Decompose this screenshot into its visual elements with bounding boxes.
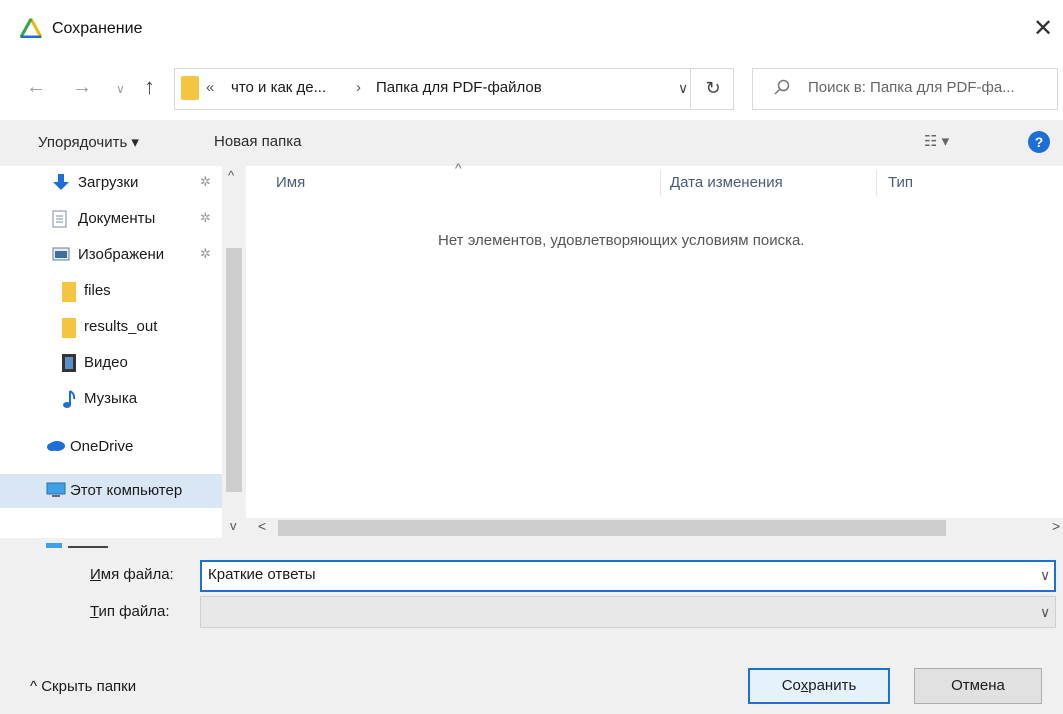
- sidebar-item-label: files: [84, 282, 111, 299]
- sidebar-item-label: Видео: [84, 354, 128, 371]
- recent-locations-chevron-icon[interactable]: ∨: [116, 82, 125, 96]
- window-title: Сохранение: [52, 20, 143, 37]
- cloud-icon: [46, 438, 65, 456]
- hide-folders-button[interactable]: ^ Скрыть папки: [30, 678, 136, 695]
- column-divider[interactable]: [660, 170, 661, 196]
- filename-dropdown-chevron-icon[interactable]: ∨: [1040, 567, 1050, 584]
- filename-label: Имя файла:: [90, 566, 174, 583]
- refresh-button[interactable]: ↻: [690, 68, 735, 108]
- column-header-name[interactable]: Имя: [276, 174, 305, 191]
- new-folder-button[interactable]: Новая папка: [214, 133, 301, 150]
- breadcrumb-segment[interactable]: что и как де...: [231, 79, 326, 96]
- sidebar-item-label: OneDrive: [70, 438, 134, 455]
- horizontal-scroll-thumb[interactable]: [278, 520, 946, 536]
- filename-value[interactable]: Краткие ответы: [208, 566, 316, 583]
- close-button[interactable]: ✕: [1028, 14, 1058, 44]
- scroll-right-chevron-icon[interactable]: >: [1052, 518, 1060, 534]
- folder-icon: [62, 318, 76, 338]
- filetype-select[interactable]: [200, 596, 1056, 628]
- pin-icon: ✲: [200, 174, 211, 189]
- filename-field[interactable]: [200, 560, 1056, 592]
- sidebar-item-downloads[interactable]: Загрузки ✲: [0, 166, 222, 200]
- scroll-left-chevron-icon[interactable]: <: [258, 518, 266, 534]
- sidebar-item-label: Загрузки: [78, 174, 139, 191]
- file-list[interactable]: [246, 166, 1063, 518]
- sidebar-item-label: Документы: [78, 210, 156, 227]
- address-prev-locations[interactable]: «: [206, 79, 214, 96]
- address-dropdown-chevron-icon[interactable]: ∨: [678, 80, 688, 97]
- breadcrumb-segment[interactable]: Папка для PDF-файлов: [376, 79, 542, 96]
- search-icon: [774, 79, 790, 100]
- sidebar-item-results-out[interactable]: results_out: [0, 310, 222, 344]
- column-divider[interactable]: [876, 170, 877, 196]
- organize-button[interactable]: Упорядочить ▾: [38, 133, 139, 151]
- title-bar: [0, 0, 1063, 62]
- pin-icon: ✲: [200, 210, 211, 225]
- music-icon: [62, 390, 80, 408]
- search-placeholder: Поиск в: Папка для PDF-фа...: [808, 79, 1015, 96]
- video-icon: [62, 354, 80, 372]
- sort-ascending-icon: ^: [455, 160, 462, 176]
- sidebar-item-label: results_out: [84, 318, 158, 335]
- computer-icon: [46, 482, 66, 500]
- sidebar-item-files[interactable]: files: [0, 274, 222, 308]
- sidebar-item-documents[interactable]: Документы ✲: [0, 202, 222, 236]
- sidebar-item-network-partial[interactable]: [46, 538, 126, 548]
- sidebar-item-music[interactable]: Музыка: [0, 382, 222, 416]
- toolbar: [0, 120, 1063, 166]
- cancel-button[interactable]: Отмена: [914, 668, 1042, 704]
- sidebar-item-video[interactable]: Видео: [0, 346, 222, 380]
- navigation-pane: Загрузки ✲ Документы ✲ Изображени ✲ file…: [0, 166, 222, 538]
- download-icon: [52, 174, 70, 192]
- forward-arrow-icon[interactable]: →: [72, 76, 92, 99]
- sidebar-item-label: Изображени: [78, 246, 165, 263]
- filetype-dropdown-chevron-icon[interactable]: ∨: [1040, 604, 1050, 621]
- nav-scroll-thumb[interactable]: [226, 248, 242, 492]
- column-header-type[interactable]: Тип: [888, 174, 913, 191]
- filetype-label: Тип файла:: [90, 603, 170, 620]
- sidebar-item-label: Этот компьютер: [70, 482, 183, 499]
- scroll-down-chevron-icon[interactable]: v: [230, 518, 237, 533]
- scroll-up-chevron-icon[interactable]: ^: [228, 168, 234, 183]
- sidebar-item-onedrive[interactable]: OneDrive: [0, 430, 222, 464]
- breadcrumb-separator-icon[interactable]: ›: [356, 79, 361, 96]
- sidebar-item-label: Музыка: [84, 390, 138, 407]
- up-arrow-icon[interactable]: ↑: [144, 74, 155, 100]
- pictures-icon: [52, 246, 70, 264]
- column-header-date[interactable]: Дата изменения: [670, 174, 783, 191]
- pin-icon: ✲: [200, 246, 211, 261]
- view-options-button[interactable]: ☷ ▾: [924, 132, 949, 150]
- empty-folder-message: Нет элементов, удовлетворяющих условиям …: [438, 232, 805, 249]
- documents-icon: [52, 210, 70, 228]
- save-button[interactable]: Сохранить: [748, 668, 890, 704]
- folder-icon: [181, 76, 199, 100]
- help-icon[interactable]: ?: [1028, 131, 1050, 153]
- back-arrow-icon[interactable]: ←: [26, 76, 46, 99]
- folder-icon: [62, 282, 76, 302]
- app-logo-icon: [18, 15, 44, 42]
- sidebar-item-this-pc[interactable]: Этот компьютер: [0, 474, 222, 508]
- sidebar-item-pictures[interactable]: Изображени ✲: [0, 238, 222, 272]
